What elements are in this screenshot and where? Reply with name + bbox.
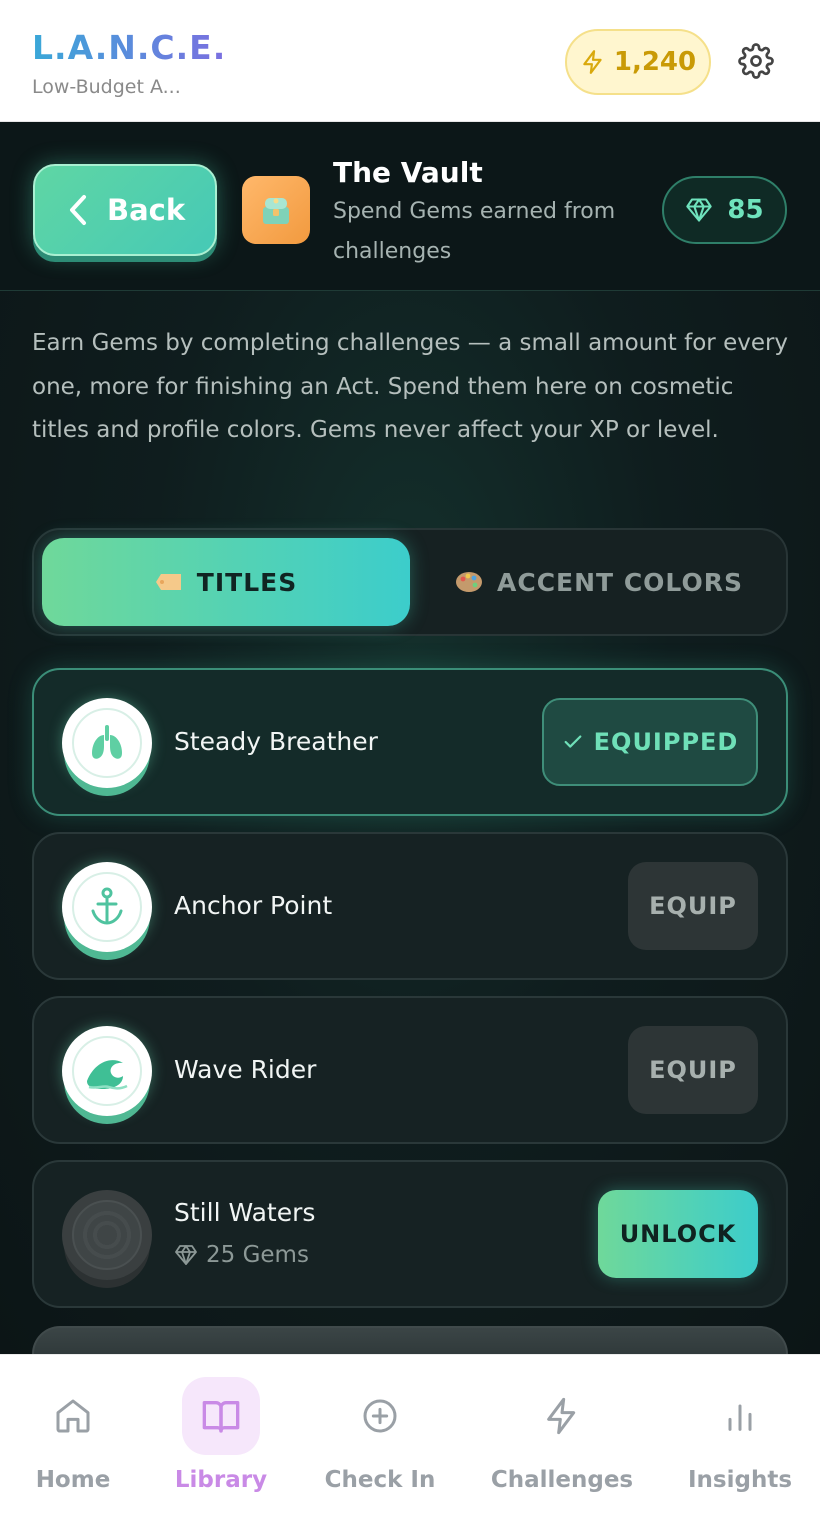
title-badge bbox=[62, 698, 152, 788]
check-icon bbox=[564, 735, 582, 748]
bottom-nav: Home Library Check In Challenges Insight… bbox=[0, 1354, 820, 1520]
nav-label: Insights bbox=[687, 1467, 793, 1493]
lungs-icon bbox=[92, 725, 122, 759]
nav-label: Challenges bbox=[490, 1467, 634, 1493]
nav-label: Library bbox=[174, 1467, 268, 1493]
wave-icon bbox=[87, 1060, 128, 1090]
vault-title: The Vault bbox=[333, 156, 483, 189]
back-label: Back bbox=[107, 193, 186, 227]
nav-item-insights[interactable]: Insights bbox=[660, 1377, 820, 1497]
tab-titles-label: TITLES bbox=[196, 567, 298, 597]
tag-icon bbox=[155, 574, 181, 590]
title-card-steady-breather: Steady Breather EQUIPPED bbox=[32, 668, 788, 816]
title-name: Still Waters bbox=[174, 1198, 316, 1227]
equipped-label: EQUIPPED bbox=[593, 728, 739, 756]
tab-accent-colors-label: ACCENT COLORS bbox=[497, 567, 743, 597]
title-badge-locked bbox=[62, 1190, 152, 1280]
lightning-icon bbox=[547, 1397, 576, 1435]
title-cost: 25 Gems bbox=[174, 1242, 309, 1268]
anchor-icon bbox=[91, 887, 123, 925]
nav-item-check-in[interactable]: Check In bbox=[300, 1377, 460, 1497]
gem-icon bbox=[686, 198, 713, 222]
book-icon bbox=[202, 1401, 240, 1433]
plus-circle-icon bbox=[363, 1399, 397, 1433]
xp-counter[interactable]: 1,240 bbox=[565, 29, 711, 95]
nav-label: Check In bbox=[324, 1467, 436, 1493]
palette-icon bbox=[456, 572, 483, 592]
gem-icon bbox=[175, 1245, 197, 1265]
vault-subtitle: Spend Gems earned from challenges bbox=[333, 199, 616, 264]
chevron-left-icon bbox=[70, 195, 86, 225]
gem-balance-value: 85 bbox=[727, 195, 764, 225]
treasure-chest-icon bbox=[242, 176, 310, 244]
title-name: Steady Breather bbox=[174, 727, 378, 756]
back-button[interactable]: Back bbox=[33, 164, 217, 256]
gear-icon bbox=[738, 43, 774, 79]
nav-item-challenges[interactable]: Challenges bbox=[482, 1377, 642, 1497]
title-cost-value: 25 Gems bbox=[206, 1242, 309, 1268]
xp-value: 1,240 bbox=[613, 47, 697, 77]
title-card-wave-rider: Wave Rider EQUIP bbox=[32, 996, 788, 1144]
settings-button[interactable] bbox=[735, 40, 777, 82]
nav-label: Home bbox=[35, 1467, 111, 1493]
equip-button[interactable]: EQUIP bbox=[628, 862, 758, 950]
title-badge bbox=[62, 1026, 152, 1116]
app-brand-title: L.A.N.C.E. bbox=[32, 28, 227, 67]
app-brand-subtitle: Low-Budget A... bbox=[32, 76, 181, 98]
ripple-icon bbox=[72, 1200, 142, 1270]
title-card-anchor-point: Anchor Point EQUIP bbox=[32, 832, 788, 980]
bar-chart-icon bbox=[728, 1404, 752, 1431]
nav-item-home[interactable]: Home bbox=[0, 1377, 153, 1497]
gem-balance: 85 bbox=[662, 176, 787, 244]
title-name: Anchor Point bbox=[174, 891, 333, 920]
unlock-button[interactable]: UNLOCK bbox=[598, 1190, 758, 1278]
tab-titles[interactable]: TITLES bbox=[42, 538, 410, 626]
vault-intro-text: Earn Gems by completing challenges — a s… bbox=[32, 330, 789, 443]
vault-header: Back The Vault Spend Gems earned from ch… bbox=[0, 122, 820, 291]
home-icon bbox=[56, 1399, 90, 1433]
title-badge bbox=[62, 862, 152, 952]
title-card-partial bbox=[32, 1326, 788, 1354]
equip-button[interactable]: EQUIP bbox=[628, 1026, 758, 1114]
tab-accent-colors[interactable]: ACCENT COLORS bbox=[418, 538, 780, 626]
lightning-icon bbox=[583, 50, 602, 74]
app-header: L.A.N.C.E. Low-Budget A... 1,240 bbox=[0, 0, 820, 122]
nav-item-library[interactable]: Library bbox=[141, 1377, 301, 1497]
vault-screen: Back The Vault Spend Gems earned from ch… bbox=[0, 122, 820, 1354]
title-card-still-waters: Still Waters 25 Gems UNLOCK bbox=[32, 1160, 788, 1308]
equipped-button[interactable]: EQUIPPED bbox=[542, 698, 758, 786]
title-name: Wave Rider bbox=[174, 1055, 317, 1084]
vault-tabs: TITLES ACCENT COLORS bbox=[32, 528, 788, 636]
